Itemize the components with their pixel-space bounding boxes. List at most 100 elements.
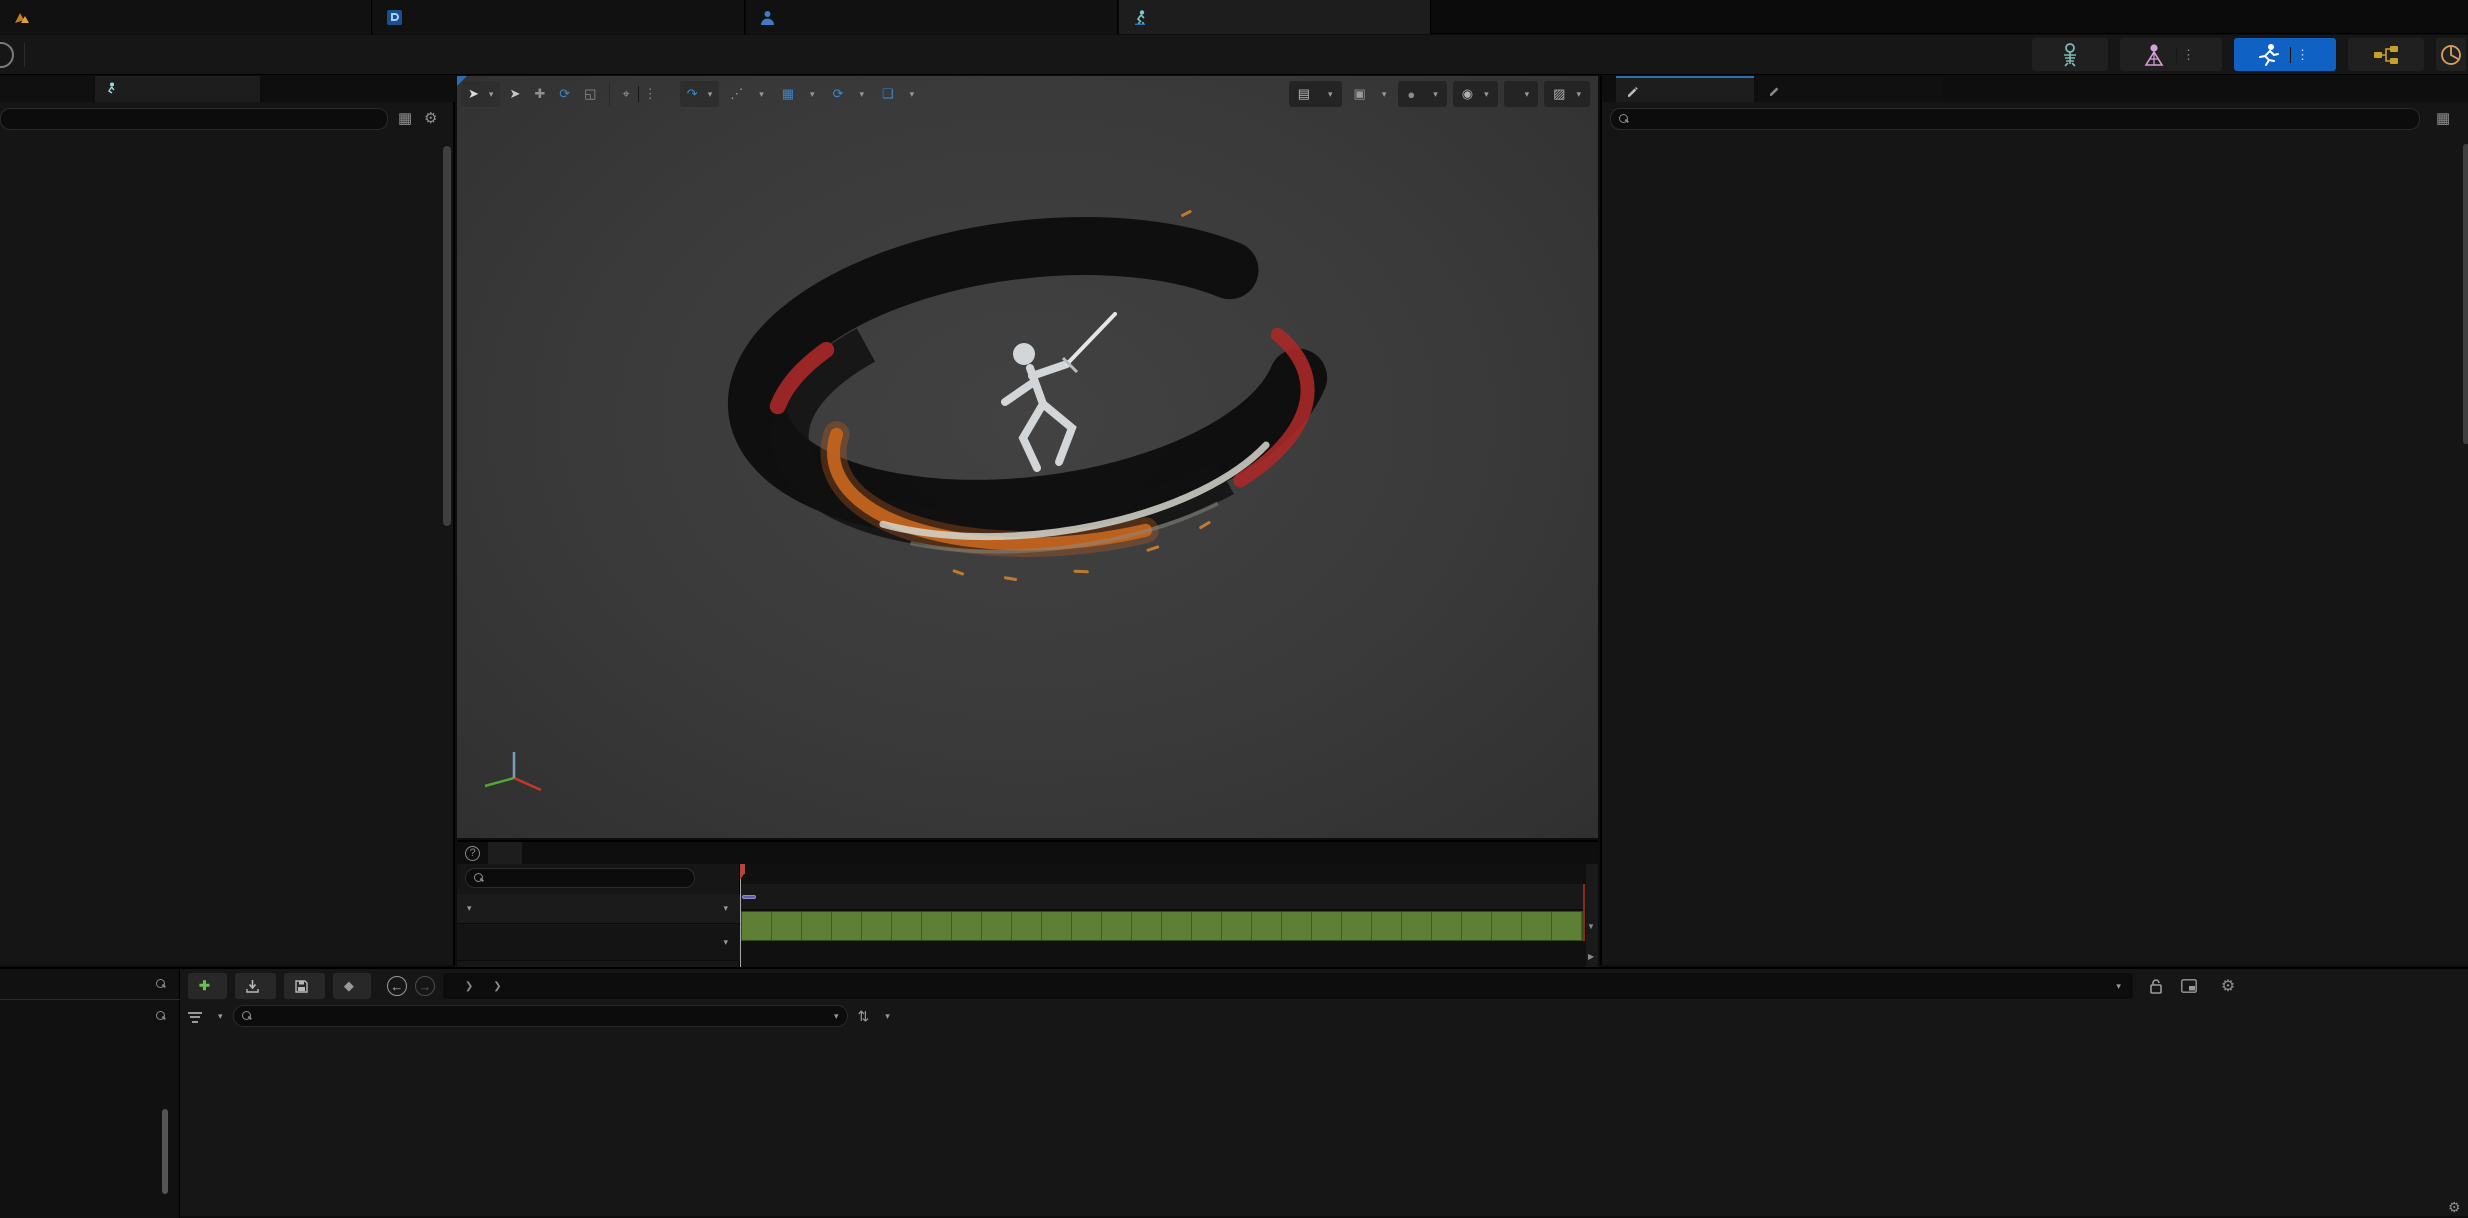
tab-details[interactable] bbox=[1616, 76, 1754, 102]
forward-icon[interactable]: → bbox=[415, 976, 435, 996]
details-pencil-icon bbox=[1626, 84, 1639, 97]
skeleton-icon bbox=[2059, 43, 2081, 67]
back-icon[interactable]: ← bbox=[387, 976, 407, 996]
details-panel: ▦ bbox=[1600, 76, 2468, 965]
scale-snap-button[interactable]: ❏▾ bbox=[875, 81, 921, 107]
preview-settings-icon bbox=[1768, 83, 1781, 96]
sort-icon[interactable]: ⇅ bbox=[858, 1008, 870, 1025]
tab-bp-character-gas[interactable] bbox=[746, 0, 1118, 34]
physics-icon bbox=[2439, 43, 2463, 67]
surface-snap-button[interactable]: ↷▾ bbox=[680, 81, 719, 107]
level-icon bbox=[14, 10, 30, 24]
actor-snap-button[interactable]: ⋰▾ bbox=[723, 81, 771, 107]
save-icon bbox=[295, 980, 308, 993]
tab-montage-editor[interactable] bbox=[488, 842, 522, 864]
slot-options-icon[interactable]: ▾ bbox=[723, 937, 728, 948]
rotate-tool-icon[interactable]: ⟳ bbox=[554, 86, 575, 102]
animation-mode-options-icon[interactable]: ⋮ bbox=[2290, 47, 2314, 63]
montage-section-chip[interactable] bbox=[742, 895, 756, 899]
collapse-arrow-icon[interactable]: ▾ bbox=[467, 903, 477, 914]
mesh-mode-button[interactable]: ⋮ bbox=[2120, 38, 2222, 71]
browser-settings-icon[interactable]: ⚙ bbox=[2221, 976, 2235, 996]
viewport-camera-toolbar: ▤▾ ▣▾ ●▾ ◉▾ ▾ ▨▾ bbox=[1289, 80, 1590, 108]
animation-mode-button[interactable]: ⋮ bbox=[2234, 38, 2336, 71]
asset-details-search-input[interactable] bbox=[0, 108, 388, 130]
left-panel-scrollbar[interactable] bbox=[443, 146, 451, 526]
filter-icon[interactable] bbox=[188, 1010, 202, 1023]
breadcrumb: ❯ ❯ ▾ bbox=[443, 973, 2133, 999]
mesh-mode-options-icon[interactable]: ⋮ bbox=[2176, 47, 2200, 63]
character-blueprint-icon bbox=[760, 10, 775, 25]
asset-details-panel: ▦ ⚙ bbox=[0, 76, 455, 965]
editor-tab-bar bbox=[0, 0, 2468, 34]
tab-preview-settings[interactable] bbox=[1758, 76, 1943, 102]
fab-button[interactable]: ◆ bbox=[333, 973, 371, 999]
select-tool-icon[interactable]: ➤ bbox=[504, 86, 525, 102]
timeline-ruler[interactable] bbox=[740, 868, 1586, 882]
add-button[interactable]: ✚ bbox=[188, 973, 227, 999]
details-search-input[interactable] bbox=[1610, 108, 2420, 130]
axis-gizmo bbox=[479, 744, 549, 804]
slash-vfx-preview bbox=[687, 176, 1407, 656]
import-icon bbox=[246, 980, 259, 993]
tab-skeleton-tree[interactable] bbox=[0, 76, 93, 102]
blueprint-mode-button[interactable] bbox=[2348, 38, 2424, 71]
playhead[interactable] bbox=[740, 864, 741, 967]
anim-montage-icon bbox=[1133, 10, 1147, 25]
favorites-header[interactable] bbox=[0, 973, 180, 995]
mannequin-figure bbox=[1005, 343, 1072, 468]
show-flags-dropdown[interactable]: ◉▾ bbox=[1453, 81, 1498, 107]
tab-map-dna-demo[interactable] bbox=[0, 0, 372, 34]
lod-dropdown[interactable]: ▾ bbox=[1504, 81, 1539, 107]
project-root-header[interactable] bbox=[0, 1005, 180, 1027]
sequence-track-bar[interactable] bbox=[741, 911, 1583, 941]
path-options-icon[interactable]: ▾ bbox=[2116, 981, 2121, 992]
dock-icon[interactable] bbox=[2181, 979, 2197, 993]
montage-timeline-panel: ? ▾ ▾ ▾ ▼ bbox=[457, 840, 1598, 965]
grid-snap-button[interactable]: ▦▾ bbox=[775, 81, 822, 107]
browse-icon[interactable] bbox=[0, 42, 14, 68]
perspective-dropdown[interactable]: ▤▾ bbox=[1289, 81, 1342, 107]
lock-icon[interactable] bbox=[2149, 978, 2163, 994]
view-mode-dropdown[interactable]: ●▾ bbox=[1398, 81, 1446, 107]
physics-mode-button[interactable] bbox=[2436, 38, 2466, 71]
camera-speed-icon[interactable]: ⌖ bbox=[618, 86, 633, 102]
content-browser: ✚ ◆ ← → ❯ ❯ ▾ ⚙ ▾ bbox=[0, 967, 2468, 1216]
browser-bottom-gear-icon[interactable]: ⚙ bbox=[2448, 1199, 2461, 1216]
screenshot-dropdown[interactable]: ▨▾ bbox=[1544, 81, 1590, 107]
scroll-right-icon[interactable]: ▶ bbox=[1588, 952, 1594, 961]
content-search-input[interactable]: ▾ bbox=[233, 1005, 848, 1027]
help-icon[interactable]: ? bbox=[465, 846, 480, 861]
asset-details-icon bbox=[105, 82, 117, 96]
preview-viewport[interactable]: ➤▾ ➤ ✚ ⟳ ◱ ⌖ ⋮ ↷▾ ⋰▾ ▦▾ ⟳▾ ❏▾ ▤▾ ▣▾ ●▾ ◉… bbox=[457, 76, 1598, 838]
search-options-icon[interactable]: ▾ bbox=[834, 1011, 839, 1022]
transform-tools-dropdown[interactable]: ➤▾ bbox=[461, 81, 500, 107]
viewport-toolbar: ➤▾ ➤ ✚ ⟳ ◱ ⌖ ⋮ ↷▾ ⋰▾ ▦▾ ⟳▾ ❏▾ bbox=[461, 80, 921, 108]
running-figure-icon bbox=[2256, 43, 2280, 67]
blueprint-icon bbox=[387, 10, 402, 25]
import-button[interactable] bbox=[235, 973, 276, 999]
tab-am-basicattack-tags[interactable] bbox=[1119, 0, 1431, 34]
camera-bookmark-dropdown[interactable]: ▣▾ bbox=[1348, 81, 1393, 107]
display-filter-icon[interactable]: ▦ bbox=[398, 109, 412, 127]
details-scrollbar[interactable] bbox=[2463, 144, 2468, 444]
skeleton-mode-button[interactable] bbox=[2032, 38, 2108, 71]
display-filter-icon[interactable]: ▦ bbox=[2436, 109, 2450, 127]
move-tool-icon[interactable]: ✚ bbox=[529, 86, 550, 102]
tree-scrollbar[interactable] bbox=[162, 1109, 168, 1194]
scale-tool-icon[interactable]: ◱ bbox=[579, 86, 601, 102]
asset-editor-toolbar: ⋮ ⋮ bbox=[0, 35, 2468, 75]
tab-bp-gas-listener[interactable] bbox=[373, 0, 745, 34]
skeletal-mesh-icon bbox=[2142, 43, 2166, 67]
track-filter-input[interactable] bbox=[465, 868, 695, 888]
save-all-button[interactable] bbox=[284, 973, 325, 999]
settings-gear-icon[interactable]: ⚙ bbox=[424, 109, 437, 127]
viewport-options-icon[interactable]: ⋮ bbox=[638, 86, 662, 102]
rotation-snap-button[interactable]: ⟳▾ bbox=[826, 81, 871, 107]
content-search-row: ▾ ▾ ⇅▾ bbox=[188, 1003, 890, 1029]
node-graph-icon bbox=[2373, 45, 2399, 65]
tab-asset-details[interactable] bbox=[95, 76, 260, 102]
content-browser-toolbar: ✚ ◆ ← → ❯ ❯ ▾ ⚙ bbox=[188, 972, 2235, 1000]
scroll-down-icon[interactable]: ▼ bbox=[1587, 922, 1595, 931]
group-options-icon[interactable]: ▾ bbox=[723, 903, 728, 914]
